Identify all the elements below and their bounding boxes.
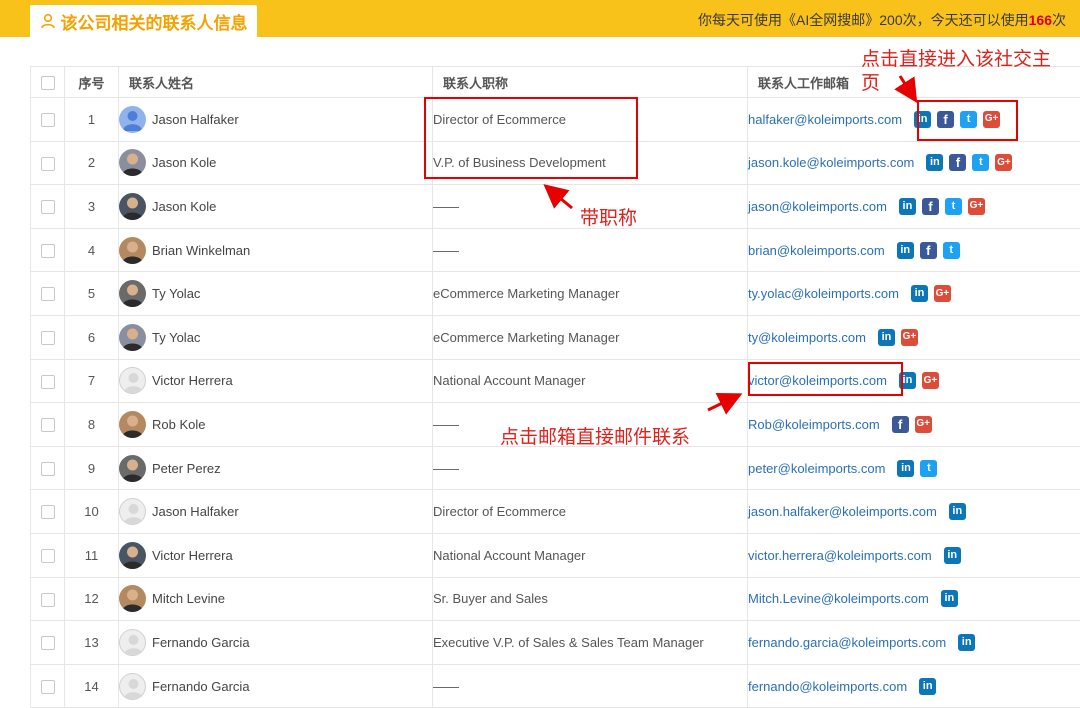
- arrow-title: [548, 188, 572, 208]
- arrow-email: [708, 396, 737, 410]
- arrow-social: [900, 76, 914, 98]
- annotation-arrows: [0, 0, 1080, 705]
